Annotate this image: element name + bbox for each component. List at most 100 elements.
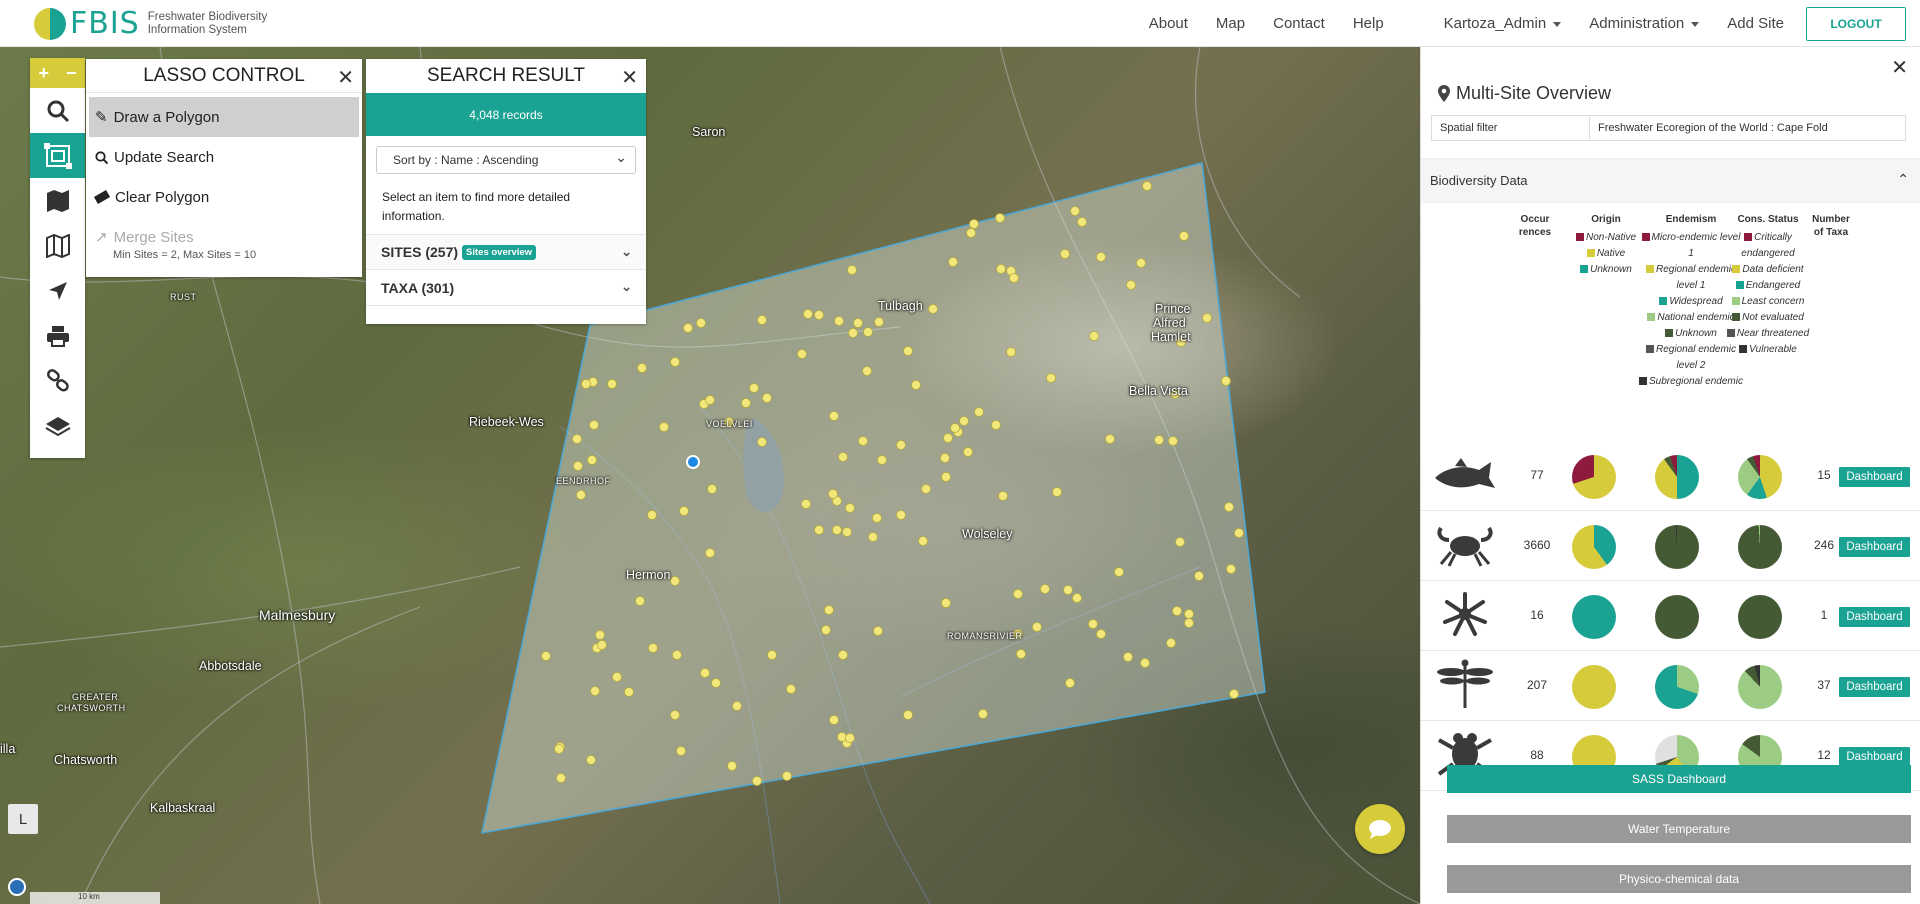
cons-status-pie[interactable] (1738, 455, 1782, 499)
site-marker[interactable] (782, 771, 792, 781)
water-temperature-button[interactable]: Water Temperature (1447, 815, 1911, 843)
site-marker[interactable] (672, 650, 682, 660)
layer-switch-button[interactable]: L (8, 804, 38, 834)
site-marker[interactable] (896, 510, 906, 520)
site-marker[interactable] (941, 472, 951, 482)
close-icon[interactable]: ✕ (621, 65, 638, 90)
site-marker[interactable] (824, 605, 834, 615)
origin-pie[interactable] (1572, 455, 1616, 499)
site-marker[interactable] (1032, 622, 1042, 632)
dashboard-button[interactable]: Dashboard (1839, 677, 1910, 697)
site-marker[interactable] (998, 491, 1008, 501)
site-marker[interactable] (1114, 567, 1124, 577)
user-menu[interactable]: Kartoza_Admin (1444, 15, 1562, 32)
site-marker[interactable] (590, 686, 600, 696)
site-marker[interactable] (612, 672, 622, 682)
site-marker[interactable] (1221, 376, 1231, 386)
site-marker[interactable] (1168, 436, 1178, 446)
site-marker[interactable] (556, 773, 566, 783)
site-marker[interactable] (1142, 181, 1152, 191)
site-marker[interactable] (1009, 273, 1019, 283)
site-marker[interactable] (572, 434, 582, 444)
zoom-in-button[interactable]: + (38, 63, 49, 84)
endemism-pie[interactable] (1655, 525, 1699, 569)
cons-status-pie[interactable] (1738, 665, 1782, 709)
site-marker[interactable] (950, 423, 960, 433)
site-marker[interactable] (943, 433, 953, 443)
site-marker[interactable] (797, 349, 807, 359)
site-marker[interactable] (670, 710, 680, 720)
site-marker[interactable] (624, 687, 634, 697)
sass-dashboard-button[interactable]: SASS Dashboard (1447, 765, 1911, 793)
update-search-button[interactable]: Update Search (86, 137, 362, 177)
site-marker[interactable] (752, 776, 762, 786)
site-marker[interactable] (1072, 593, 1082, 603)
site-marker[interactable] (863, 327, 873, 337)
site-marker[interactable] (801, 499, 811, 509)
site-marker[interactable] (749, 383, 759, 393)
site-marker[interactable] (705, 395, 715, 405)
zoom-out-button[interactable]: − (66, 63, 77, 84)
site-marker[interactable] (995, 213, 1005, 223)
site-marker[interactable] (873, 626, 883, 636)
sort-select[interactable]: Sort by : Name : Ascending (376, 146, 636, 174)
site-marker[interactable] (589, 420, 599, 430)
site-marker[interactable] (853, 318, 863, 328)
site-marker[interactable] (821, 625, 831, 635)
site-marker[interactable] (966, 228, 976, 238)
site-marker[interactable] (637, 363, 647, 373)
search-tool-button[interactable] (30, 88, 85, 133)
site-marker[interactable] (1226, 564, 1236, 574)
site-marker[interactable] (1063, 585, 1073, 595)
site-marker[interactable] (1096, 629, 1106, 639)
site-marker[interactable] (683, 323, 693, 333)
site-marker[interactable] (1172, 606, 1182, 616)
site-marker[interactable] (1234, 528, 1244, 538)
endemism-pie[interactable] (1655, 665, 1699, 709)
site-marker[interactable] (862, 366, 872, 376)
site-marker[interactable] (595, 630, 605, 640)
site-marker[interactable] (676, 746, 686, 756)
site-marker[interactable] (874, 317, 884, 327)
site-marker[interactable] (581, 379, 591, 389)
close-icon[interactable]: ✕ (337, 65, 354, 90)
site-marker[interactable] (1016, 649, 1026, 659)
site-marker[interactable] (679, 506, 689, 516)
site-marker[interactable] (834, 316, 844, 326)
biodiversity-data-header[interactable]: Biodiversity Data ⌃ (1421, 158, 1920, 203)
site-marker[interactable] (1060, 249, 1070, 259)
origin-pie[interactable] (1572, 665, 1616, 709)
site-marker[interactable] (868, 532, 878, 542)
site-marker[interactable] (607, 379, 617, 389)
globe-icon[interactable] (8, 878, 26, 896)
site-marker[interactable] (948, 257, 958, 267)
chat-button[interactable] (1355, 804, 1405, 854)
site-marker[interactable] (828, 489, 838, 499)
site-marker[interactable] (838, 650, 848, 660)
site-marker[interactable] (959, 416, 969, 426)
dashboard-button[interactable]: Dashboard (1839, 747, 1910, 767)
site-marker[interactable] (711, 678, 721, 688)
site-marker[interactable] (858, 436, 868, 446)
site-marker[interactable] (741, 398, 751, 408)
nav-about[interactable]: About (1149, 15, 1188, 32)
site-marker[interactable] (670, 576, 680, 586)
site-marker[interactable] (911, 380, 921, 390)
locate-tool-button[interactable] (30, 268, 85, 313)
site-marker[interactable] (877, 455, 887, 465)
site-marker[interactable] (635, 596, 645, 606)
site-marker[interactable] (974, 407, 984, 417)
site-marker[interactable] (963, 447, 973, 457)
close-icon[interactable]: ✕ (1891, 55, 1908, 80)
site-marker[interactable] (757, 315, 767, 325)
site-marker[interactable] (1089, 331, 1099, 341)
layers-tool-button[interactable] (30, 403, 85, 448)
site-marker[interactable] (573, 461, 583, 471)
site-marker[interactable] (648, 643, 658, 653)
site-marker[interactable] (847, 265, 857, 275)
endemism-pie[interactable] (1655, 595, 1699, 639)
site-marker[interactable] (872, 513, 882, 523)
site-marker[interactable] (1040, 584, 1050, 594)
site-marker[interactable] (670, 357, 680, 367)
site-marker[interactable] (659, 422, 669, 432)
